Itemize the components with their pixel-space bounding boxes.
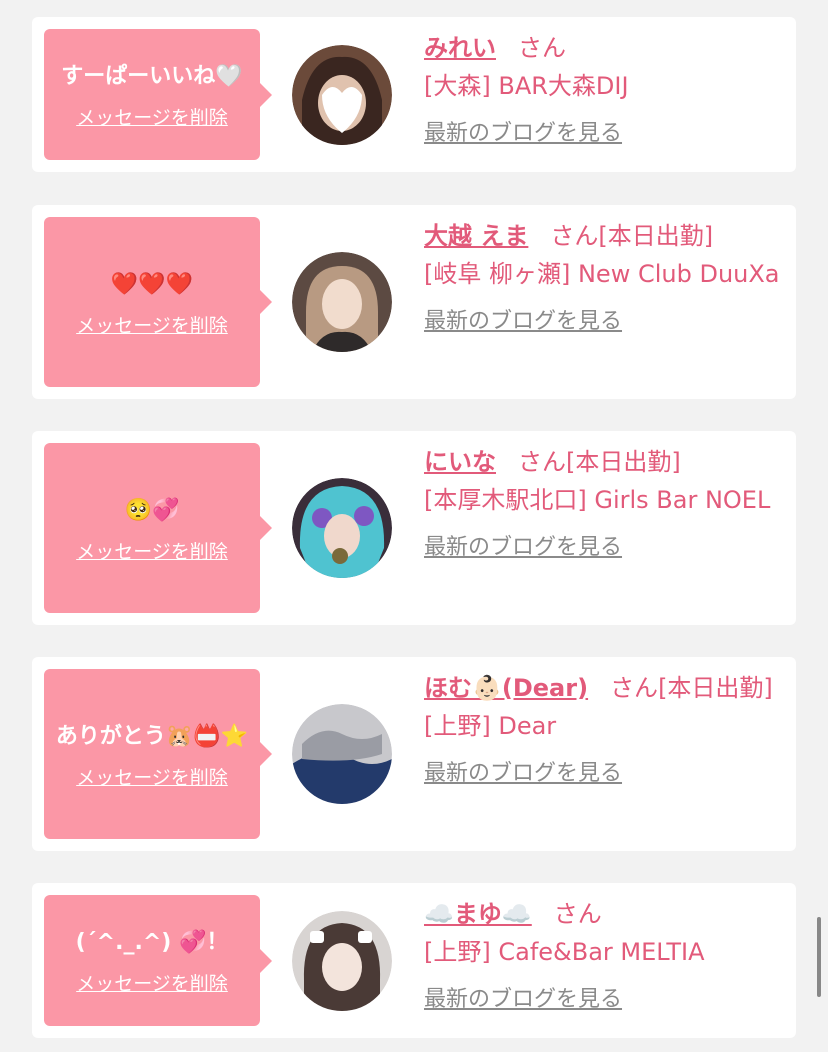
shop-name: [大森] BAR大森DIJ	[424, 72, 629, 100]
status-label: [本日出勤]	[598, 222, 714, 250]
profile-name-link[interactable]: ☁️まゆ☁️	[424, 900, 532, 928]
shop-name: [上野] Dear	[424, 712, 557, 740]
message-text: すーぱーいいね🤍	[61, 64, 243, 89]
shop-name: [本厚木駅北口] Girls Bar NOEL	[424, 486, 771, 514]
honorific: さん	[518, 448, 566, 476]
honorific: さん	[553, 900, 602, 928]
profile-name-link[interactable]: ほむ👶🏻(Dear)	[424, 674, 588, 702]
message-card: (ˊ^._.^) 💞！ メッセージを削除 ☁️まゆ☁️ さん [上野] Cafe&…	[32, 883, 796, 1038]
honorific: さん	[518, 34, 566, 62]
avatar[interactable]	[292, 252, 392, 352]
latest-blog-link[interactable]: 最新のブログを見る	[424, 755, 622, 793]
avatar[interactable]	[292, 45, 392, 145]
latest-blog-link[interactable]: 最新のブログを見る	[424, 115, 622, 153]
shop-name: [岐阜 柳ヶ瀬] New Club DuuXa	[424, 260, 780, 288]
message-text: (ˊ^._.^) 💞！	[75, 930, 229, 955]
profile-info: 大越 えま さん[本日出勤] [岐阜 柳ヶ瀬] New Club DuuXa 最新…	[424, 217, 784, 341]
profile-name-link[interactable]: みれい	[424, 34, 496, 62]
scrollbar[interactable]	[817, 917, 821, 997]
delete-message-link[interactable]: メッセージを削除	[76, 969, 228, 996]
honorific: さん	[610, 674, 659, 702]
message-card: ❤️❤️❤️ メッセージを削除 大越 えま さん[本日出勤] [岐阜 柳ヶ瀬] N…	[32, 205, 796, 399]
message-text: 🥺💞	[124, 497, 180, 523]
status-label: [本日出勤]	[658, 674, 773, 702]
latest-blog-link[interactable]: 最新のブログを見る	[424, 981, 622, 1019]
latest-blog-link[interactable]: 最新のブログを見る	[424, 529, 622, 567]
profile-info: ほむ👶🏻(Dear) さん[本日出勤] [上野] Dear 最新のブログを見る	[424, 669, 784, 793]
delete-message-link[interactable]: メッセージを削除	[76, 103, 228, 130]
profile-info: にいな さん[本日出勤] [本厚木駅北口] Girls Bar NOEL 最新のブ…	[424, 443, 784, 567]
message-bubble: 🥺💞 メッセージを削除	[44, 443, 272, 613]
message-text: ありがとう🐹📛⭐️	[55, 723, 249, 749]
message-bubble: ❤️❤️❤️ メッセージを削除	[44, 217, 272, 387]
message-bubble: (ˊ^._.^) 💞！ メッセージを削除	[44, 895, 272, 1026]
avatar[interactable]	[292, 478, 392, 578]
delete-message-link[interactable]: メッセージを削除	[76, 763, 228, 790]
status-label: [本日出勤]	[566, 448, 681, 476]
delete-message-link[interactable]: メッセージを削除	[76, 311, 228, 338]
honorific: さん	[550, 222, 599, 250]
message-card: ありがとう🐹📛⭐️ メッセージを削除 ほむ👶🏻(Dear) さん[本日出勤] [上…	[32, 657, 796, 851]
message-bubble: すーぱーいいね🤍 メッセージを削除	[44, 29, 272, 160]
avatar[interactable]	[292, 704, 392, 804]
message-bubble: ありがとう🐹📛⭐️ メッセージを削除	[44, 669, 272, 839]
profile-name-link[interactable]: にいな	[424, 448, 496, 476]
avatar[interactable]	[292, 911, 392, 1011]
profile-info: ☁️まゆ☁️ さん [上野] Cafe&Bar MELTIA 最新のブログを見る	[424, 895, 784, 1019]
latest-blog-link[interactable]: 最新のブログを見る	[424, 303, 622, 341]
shop-name: [上野] Cafe&Bar MELTIA	[424, 938, 705, 966]
message-card: すーぱーいいね🤍 メッセージを削除 みれい さん [大森] BAR大森DIJ 最新…	[32, 17, 796, 172]
profile-name-link[interactable]: 大越 えま	[424, 222, 528, 250]
delete-message-link[interactable]: メッセージを削除	[76, 537, 228, 564]
profile-info: みれい さん [大森] BAR大森DIJ 最新のブログを見る	[424, 29, 784, 153]
message-text: ❤️❤️❤️	[110, 271, 194, 297]
message-card: 🥺💞 メッセージを削除 にいな さん[本日出勤] [本厚木駅北口] Girls B…	[32, 431, 796, 625]
